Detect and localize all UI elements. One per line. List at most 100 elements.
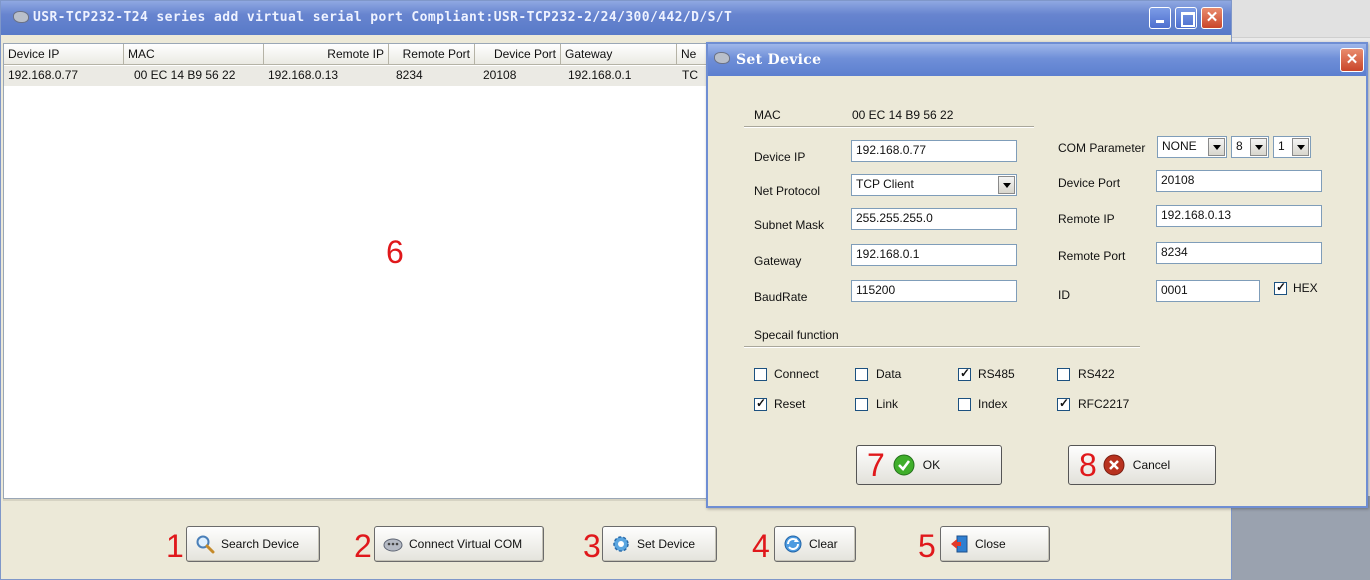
- special-function-label: Specail function: [754, 328, 839, 342]
- com-parity-value: NONE: [1162, 139, 1197, 153]
- remote-port-field[interactable]: 8234: [1156, 242, 1322, 264]
- data-label: Data: [876, 367, 902, 381]
- rfc2217-label: RFC2217: [1078, 397, 1130, 411]
- gear-icon: [611, 534, 631, 554]
- window-close-button[interactable]: ✕: [1201, 7, 1223, 29]
- annotation-7: 7: [867, 447, 885, 483]
- set-device-button[interactable]: Set Device: [602, 526, 717, 562]
- set-device-label: Set Device: [637, 537, 696, 551]
- cancel-button[interactable]: 8 Cancel: [1068, 445, 1216, 485]
- column-header-remote-ip[interactable]: Remote IP: [264, 44, 389, 65]
- chevron-down-icon[interactable]: [1250, 138, 1267, 156]
- annotation-1: 1: [166, 528, 184, 564]
- dialog-app-icon: [714, 52, 730, 64]
- cell-mac: 00 EC 14 B9 56 22: [134, 68, 236, 82]
- close-button[interactable]: Close: [940, 526, 1050, 562]
- minimize-button[interactable]: [1149, 7, 1171, 29]
- maximize-button[interactable]: [1175, 7, 1197, 29]
- set-device-dialog: Set Device ✕ MAC 00 EC 14 B9 56 22 Devic…: [706, 42, 1368, 508]
- rs485-label: RS485: [978, 367, 1015, 381]
- annotation-3: 3: [583, 528, 601, 564]
- chevron-down-icon[interactable]: [1292, 138, 1309, 156]
- subnet-mask-field[interactable]: 255.255.255.0: [851, 208, 1017, 230]
- column-header-device-port[interactable]: Device Port: [475, 44, 561, 65]
- cell-gateway: 192.168.0.1: [568, 68, 632, 82]
- rs422-checkbox[interactable]: [1057, 368, 1070, 381]
- device-port-field[interactable]: 20108: [1156, 170, 1322, 192]
- reset-label: Reset: [774, 397, 806, 411]
- connect-label: Connect: [774, 367, 819, 381]
- check-icon: [893, 454, 915, 476]
- main-window-title: USR-TCP232-T24 series add virtual serial…: [33, 10, 733, 25]
- mac-divider: [744, 126, 1034, 128]
- com-stopbits-value: 1: [1278, 139, 1285, 153]
- dialog-title-bar[interactable]: Set Device ✕: [708, 44, 1366, 76]
- hex-checkbox[interactable]: [1274, 280, 1287, 295]
- link-label: Link: [876, 397, 899, 411]
- refresh-icon: [783, 534, 803, 554]
- device-port-label: Device Port: [1058, 176, 1121, 190]
- rs422-label: RS422: [1078, 367, 1115, 381]
- background-panel: [1232, 496, 1370, 580]
- annotation-6: 6: [386, 234, 404, 270]
- net-protocol-select[interactable]: TCP Client: [851, 174, 1017, 196]
- special-function-divider: [744, 346, 1140, 348]
- cell-remote-ip: 192.168.0.13: [268, 68, 339, 82]
- link-checkbox[interactable]: [855, 398, 868, 411]
- app-icon: [13, 11, 29, 23]
- annotation-4: 4: [752, 528, 770, 564]
- chevron-down-icon[interactable]: [1208, 138, 1225, 156]
- cancel-label: Cancel: [1132, 458, 1171, 472]
- index-label: Index: [978, 397, 1008, 411]
- search-device-label: Search Device: [221, 537, 300, 551]
- data-checkbox[interactable]: [855, 368, 868, 381]
- remote-ip-label: Remote IP: [1058, 212, 1115, 226]
- hex-label: HEX: [1293, 281, 1318, 295]
- cell-device-ip: 192.168.0.77: [8, 68, 79, 82]
- connect-virtual-com-label: Connect Virtual COM: [409, 537, 523, 551]
- chevron-down-icon[interactable]: [998, 176, 1015, 194]
- column-header-device-ip[interactable]: Device IP: [4, 44, 124, 65]
- gateway-field[interactable]: 192.168.0.1: [851, 244, 1017, 266]
- column-header-gateway[interactable]: Gateway: [561, 44, 677, 65]
- mac-label: MAC: [754, 108, 781, 122]
- net-protocol-label: Net Protocol: [754, 184, 821, 198]
- dialog-close-button[interactable]: ✕: [1340, 48, 1364, 72]
- main-title-bar[interactable]: USR-TCP232-T24 series add virtual serial…: [1, 1, 1231, 35]
- remote-ip-field[interactable]: 192.168.0.13: [1156, 205, 1322, 227]
- gateway-label: Gateway: [754, 254, 802, 268]
- column-header-remote-port[interactable]: Remote Port: [389, 44, 475, 65]
- id-field[interactable]: 0001: [1156, 280, 1260, 302]
- com-stopbits-select[interactable]: 1: [1273, 136, 1311, 158]
- background-title-bar: [1232, 0, 1370, 38]
- serial-port-icon: [383, 534, 403, 554]
- baudrate-field[interactable]: 115200: [851, 280, 1017, 302]
- annotation-5: 5: [918, 528, 936, 564]
- baudrate-label: BaudRate: [754, 290, 808, 304]
- connect-checkbox[interactable]: [754, 368, 767, 381]
- net-protocol-value: TCP Client: [856, 177, 914, 191]
- id-label: ID: [1058, 288, 1070, 302]
- ok-button[interactable]: 7 OK: [856, 445, 1002, 485]
- ok-label: OK: [922, 458, 941, 472]
- com-databits-value: 8: [1236, 139, 1243, 153]
- search-icon: [195, 534, 215, 554]
- dialog-title: Set Device: [736, 52, 822, 68]
- cancel-icon: [1103, 454, 1125, 476]
- device-ip-label: Device IP: [754, 150, 806, 164]
- rfc2217-checkbox[interactable]: [1057, 396, 1070, 411]
- reset-checkbox[interactable]: [754, 396, 767, 411]
- com-parity-select[interactable]: NONE: [1157, 136, 1227, 158]
- cell-net-protocol: TC: [682, 68, 698, 82]
- rs485-checkbox[interactable]: [958, 366, 971, 381]
- clear-button[interactable]: Clear: [774, 526, 856, 562]
- index-checkbox[interactable]: [958, 398, 971, 411]
- search-device-button[interactable]: Search Device: [186, 526, 320, 562]
- cell-device-port: 20108: [483, 68, 517, 82]
- mac-value: 00 EC 14 B9 56 22: [852, 108, 954, 122]
- column-header-mac[interactable]: MAC: [124, 44, 264, 65]
- device-ip-field[interactable]: 192.168.0.77: [851, 140, 1017, 162]
- com-databits-select[interactable]: 8: [1231, 136, 1269, 158]
- connect-virtual-com-button[interactable]: Connect Virtual COM: [374, 526, 544, 562]
- com-parameter-label: COM Parameter: [1058, 141, 1146, 155]
